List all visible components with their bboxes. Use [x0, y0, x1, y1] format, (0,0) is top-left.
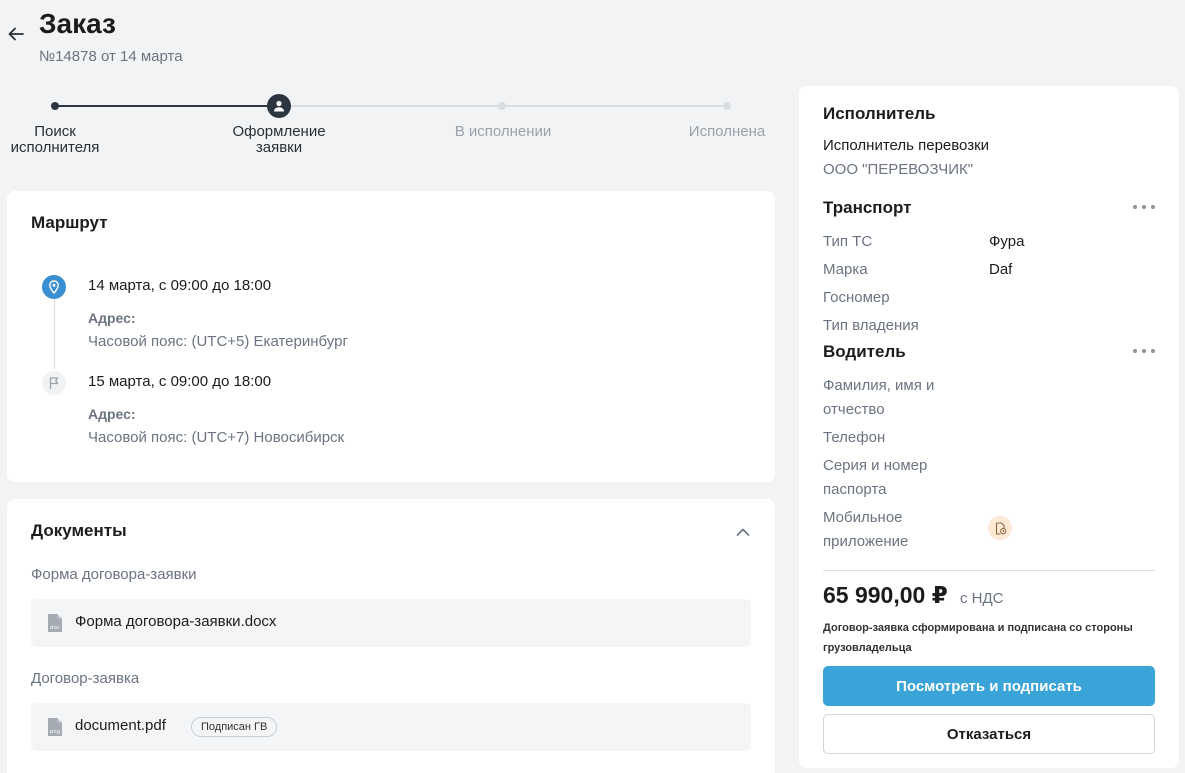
route-card: Маршрут 14 марта, с 09:00 до 18:00 Адрес…	[7, 191, 775, 482]
flag-icon	[42, 371, 66, 395]
doc-section-label-contract: Договор-заявка	[31, 670, 140, 687]
location-pin-icon	[42, 275, 66, 299]
stop-2-timezone: Часовой пояс: (UTC+7) Новосибирск	[88, 429, 345, 446]
decline-button[interactable]: Отказаться	[823, 714, 1155, 754]
step-dot-search	[51, 102, 59, 110]
document-row-form[interactable]: doc Форма договора-заявки.docx	[31, 599, 751, 647]
driver-title: Водитель	[823, 342, 906, 361]
step-current-user-icon	[267, 94, 291, 118]
order-stepper: Поиск исполнителя Оформление заявки В ис…	[0, 88, 790, 168]
document-row-contract[interactable]: png document.pdf Подписан ГВ	[31, 703, 751, 751]
stop-2-date: 15 марта, с 09:00 до 18:00	[88, 373, 272, 390]
step-label-completed: Исполнена	[688, 123, 766, 140]
price-tax-label: с НДС	[960, 590, 1004, 607]
step-dot-completed	[723, 102, 731, 110]
page-title: Заказ	[39, 8, 116, 39]
field-label-phone: Телефон	[823, 429, 886, 446]
mobile-app-status-icon	[988, 516, 1012, 540]
field-label-vehicle-type: Тип ТС	[823, 233, 873, 250]
step-label-in-progress: В исполнении	[454, 123, 552, 140]
field-label-brand: Марка	[823, 261, 868, 278]
field-label-passport: Серия и номер паспорта	[823, 457, 928, 498]
stop-2-address-label: Адрес:	[88, 406, 136, 422]
transport-title: Транспорт	[823, 198, 912, 217]
executor-title: Исполнитель	[823, 104, 936, 123]
field-label-ownership: Тип владения	[823, 317, 919, 334]
png-file-icon: png	[48, 718, 62, 736]
documents-card: Документы Форма договора-заявки doc Форм…	[7, 499, 775, 773]
price: 65 990,00 ₽	[823, 582, 948, 608]
doc-section-label-form: Форма договора-заявки	[31, 566, 197, 583]
carrier-name: ООО "ПЕРЕВОЗЧИК"	[823, 161, 974, 178]
document-name: document.pdf	[75, 717, 166, 734]
route-connector	[54, 295, 55, 369]
view-and-sign-button[interactable]: Посмотреть и подписать	[823, 666, 1155, 706]
field-label-mobile-app: Мобильное приложение	[823, 509, 909, 550]
executor-card: Исполнитель Исполнитель перевозки ООО "П…	[799, 86, 1179, 768]
signed-status-badge: Подписан ГВ	[191, 717, 278, 737]
step-label-search: Поиск исполнителя	[10, 123, 100, 156]
divider	[823, 570, 1155, 571]
stop-1-date: 14 марта, с 09:00 до 18:00	[88, 277, 272, 294]
back-arrow-icon[interactable]	[6, 24, 26, 44]
carrier-label: Исполнитель перевозки	[823, 137, 990, 154]
chevron-up-icon[interactable]	[734, 523, 752, 541]
step-dot-in-progress	[498, 102, 506, 110]
field-value-vehicle-type: Фура	[989, 233, 1025, 250]
documents-title: Документы	[31, 521, 127, 540]
document-name: Форма договора-заявки.docx	[75, 613, 277, 630]
stepper-line-done	[55, 105, 280, 107]
contract-note: Договор-заявка сформирована и подписана …	[823, 622, 1133, 654]
stop-1-address-label: Адрес:	[88, 310, 136, 326]
svg-text:doc: doc	[50, 625, 60, 631]
stop-1-timezone: Часовой пояс: (UTC+5) Екатеринбург	[88, 333, 348, 350]
transport-more-icon[interactable]	[1133, 200, 1155, 214]
route-title: Маршрут	[31, 213, 108, 232]
field-value-brand: Daf	[989, 261, 1013, 278]
driver-more-icon[interactable]	[1133, 344, 1155, 358]
svg-text:png: png	[50, 729, 60, 735]
step-label-registration: Оформление заявки	[232, 123, 326, 156]
field-label-plate: Госномер	[823, 289, 890, 306]
doc-file-icon: doc	[48, 614, 62, 632]
field-label-driver-name: Фамилия, имя и отчество	[823, 377, 935, 418]
order-number: №14878 от 14 марта	[39, 48, 183, 65]
